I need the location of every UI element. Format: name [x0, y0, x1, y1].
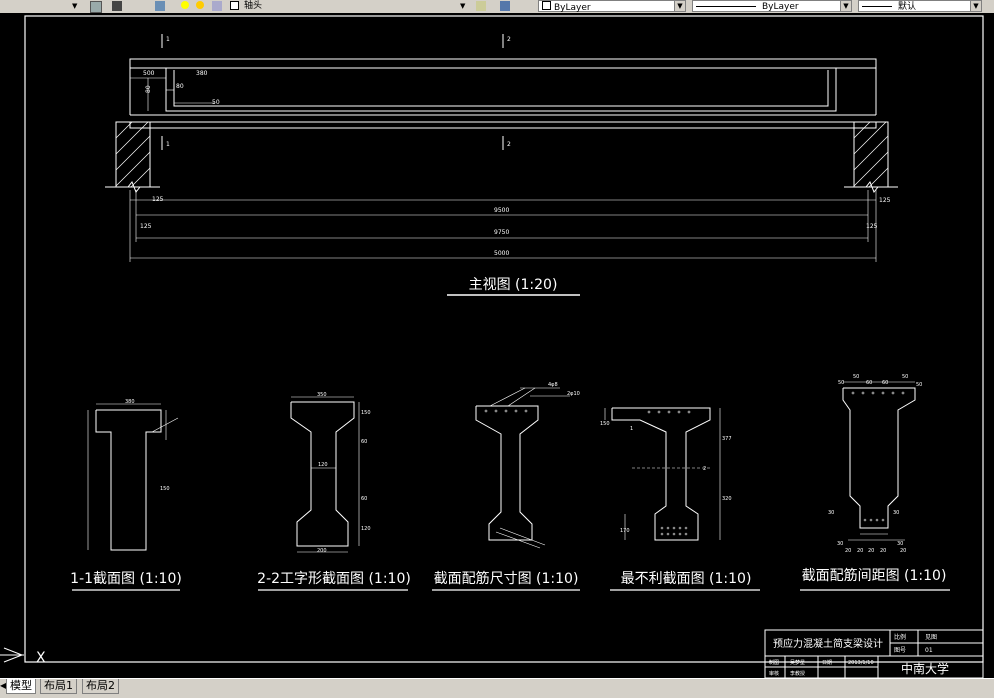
dim-text: 50	[916, 382, 922, 388]
dim-text: 125	[140, 223, 152, 230]
dim-text: 50	[838, 380, 844, 386]
section-title-1-1: 1-1截面图 (1:10)	[70, 571, 182, 587]
make-current-icon[interactable]	[476, 1, 486, 11]
lineweight-select[interactable]: 默认 ▼	[858, 0, 982, 12]
tb-value-drafter: 吴梦星	[790, 660, 805, 666]
dim-text: 80	[176, 83, 184, 90]
dim-text: 30	[828, 510, 834, 516]
dim-text: 120	[318, 462, 328, 468]
dim-text: 5000	[494, 250, 509, 257]
dim-text: 125	[879, 197, 891, 204]
linetype-dropdown-arrow[interactable]: ▼	[840, 1, 851, 11]
tab-layout2[interactable]: 布局2	[82, 679, 119, 694]
dim-text: 9750	[494, 229, 509, 236]
tb-value-date: 2013/1/10	[848, 660, 874, 666]
dim-text: 30	[893, 510, 899, 516]
dim-text: 320	[722, 496, 732, 502]
properties-toolbar: ▼ 轴头 ▼ ByLayer ▼ ByLayer ▼ 默认 ▼	[0, 0, 994, 14]
dim-text: 150	[361, 410, 371, 416]
dim-text: 20	[857, 548, 863, 554]
toolbar-left-arrow[interactable]: ▼	[72, 0, 77, 12]
dim-text: 377	[722, 436, 732, 442]
dim-text: 30	[837, 541, 843, 547]
layer-dropdown-arrow[interactable]: ▼	[460, 0, 465, 12]
dim-text: 380	[196, 70, 208, 77]
layout-tabs: ◀ 模型 布局1 布局2	[0, 678, 994, 698]
tb-label-reviewer: 审核	[769, 670, 779, 677]
dim-text: 50	[212, 99, 220, 106]
dim-text: 30	[897, 541, 903, 547]
layer-manager-icon[interactable]	[90, 1, 102, 13]
dim-text: 125	[866, 223, 878, 230]
lineweight-dropdown-arrow[interactable]: ▼	[970, 1, 981, 11]
section-mark-1b: 1	[166, 141, 170, 148]
dim-text: 125	[152, 196, 164, 203]
section-mark-2a: 2	[507, 36, 511, 43]
light-bulb-icon[interactable]	[181, 1, 189, 9]
color-value: ByLayer	[554, 3, 591, 13]
dim-text: 50	[902, 374, 908, 380]
ucs-x-label: X	[36, 650, 46, 666]
lineweight-sample	[862, 6, 892, 7]
main-view-title: 主视图 (1:20)	[469, 277, 558, 293]
tb-label-date: 日期	[822, 660, 832, 666]
dim-text: 20	[845, 548, 851, 554]
dim-text: 60	[361, 439, 367, 445]
lineweight-value: 默认	[898, 2, 917, 12]
dim-text: 2	[703, 466, 706, 472]
dim-text: 20	[868, 548, 874, 554]
tab-model[interactable]: 模型	[6, 679, 36, 694]
dim-text: 150	[160, 486, 170, 492]
dim-text: 50	[853, 374, 859, 380]
layer-color-icon[interactable]	[230, 1, 239, 10]
tb-label-drafter: 制图	[769, 659, 779, 666]
dim-text: 1	[630, 426, 633, 432]
dim-text: 60	[866, 380, 872, 386]
dim-text: 4φ8	[548, 382, 558, 388]
color-select[interactable]: ByLayer ▼	[538, 0, 686, 13]
section-title-2-2: 2-2工字形截面图 (1:10)	[257, 571, 411, 587]
color-swatch-icon	[542, 1, 551, 10]
section-title-worst: 最不利截面图 (1:10)	[621, 571, 752, 587]
project-title: 预应力混凝土简支梁设计	[773, 637, 883, 650]
dim-text: 60	[882, 380, 888, 386]
tb-label-scale: 比例	[894, 633, 906, 641]
tb-value-scale: 见图	[925, 634, 937, 641]
sun-icon[interactable]	[196, 1, 204, 9]
dim-text: 80	[145, 85, 152, 93]
dim-text: 2φ10	[567, 391, 580, 397]
layer-name[interactable]: 轴头	[244, 0, 262, 12]
section-mark-1a: 1	[166, 36, 170, 43]
dim-text: 60	[361, 496, 367, 502]
dim-text: 9500	[494, 207, 509, 214]
linetype-value: ByLayer	[762, 2, 799, 12]
dim-text: 20	[900, 548, 906, 554]
linetype-select[interactable]: ByLayer ▼	[692, 0, 852, 12]
dim-text: 20	[880, 548, 886, 554]
dim-text: 500	[143, 70, 155, 77]
dim-text: 170	[620, 528, 630, 534]
layer-states-icon[interactable]	[155, 1, 165, 11]
layer-match-icon[interactable]	[500, 1, 510, 11]
section-mark-2b: 2	[507, 141, 511, 148]
layer-prev-icon[interactable]	[112, 1, 122, 11]
dim-text: 350	[317, 392, 327, 398]
drawing-canvas[interactable]: 1 2 1 2 500 380 80 80 50 125 125 125 125…	[0, 13, 994, 678]
dim-text: 200	[317, 548, 327, 554]
dim-text: 380	[125, 399, 135, 405]
section-title-rebar-dims: 截面配筋尺寸图 (1:10)	[434, 570, 579, 587]
lock-icon[interactable]	[212, 1, 222, 11]
linetype-sample	[696, 6, 756, 7]
dim-text: 150	[600, 421, 610, 427]
tb-value-drawing-no: 01	[925, 647, 933, 654]
tab-layout1[interactable]: 布局1	[40, 679, 77, 694]
tb-label-drawing-no: 图号	[894, 647, 906, 654]
tb-value-reviewer: 李教授	[790, 670, 805, 677]
dim-text: 120	[361, 526, 371, 532]
section-title-rebar-spacing: 截面配筋间距图 (1:10)	[802, 567, 947, 584]
school-name: 中南大学	[901, 661, 949, 676]
color-dropdown-arrow[interactable]: ▼	[674, 1, 685, 11]
